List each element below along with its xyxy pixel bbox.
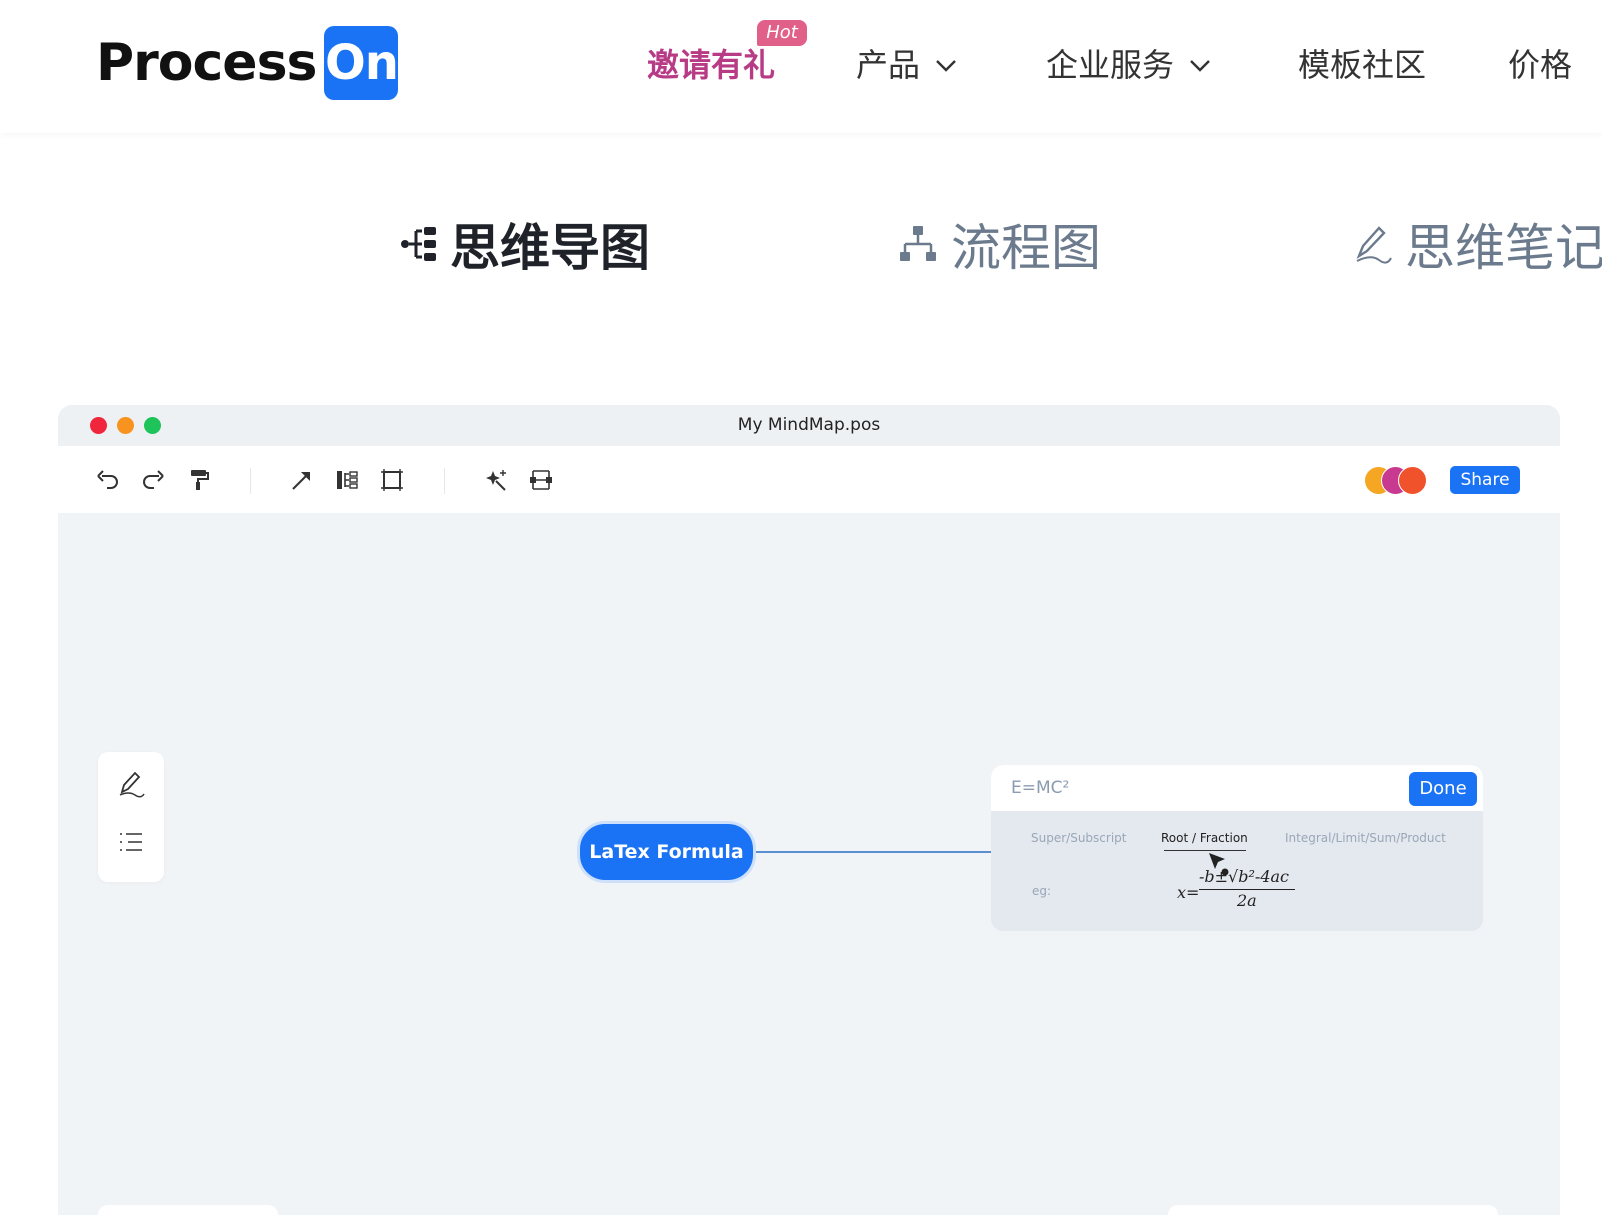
pencil-icon (1356, 226, 1392, 264)
redo-button[interactable] (137, 464, 169, 496)
flowchart-icon (900, 226, 936, 261)
arrow-icon (292, 472, 310, 490)
nav-enterprise-label: 企业服务 (1046, 46, 1175, 84)
bottom-panel (1168, 1205, 1498, 1215)
undo-button[interactable] (92, 464, 124, 496)
tab-mindmap[interactable]: 思维导图 (400, 213, 650, 277)
logo-badge: On (324, 26, 399, 100)
tab-notes-label: 思维笔记 (1405, 219, 1602, 277)
share-button[interactable]: Share (1450, 466, 1520, 494)
tab-integral-limit[interactable]: Integral/Limit/Sum/Product (1285, 831, 1446, 845)
nav-enterprise[interactable]: 企业服务 (1046, 44, 1212, 86)
title-bar: My MindMap.pos (58, 405, 1560, 446)
latex-input-value: E=MC² (1011, 778, 1070, 798)
tab-root-fraction[interactable]: Root / Fraction (1161, 831, 1248, 845)
nav-product[interactable]: 产品 (856, 44, 958, 86)
example-formula: x= -b±√b²-4ac 2a (1177, 867, 1317, 917)
formula-numerator: -b±√b²-4ac (1199, 867, 1289, 886)
example-label: eg: (1032, 884, 1052, 898)
undo-icon (97, 470, 118, 489)
structure-icon (530, 470, 552, 490)
outline-icon (120, 833, 142, 851)
nav-pricing[interactable]: 价格 (1508, 44, 1572, 86)
bottom-panel (98, 1205, 278, 1215)
chevron-down-icon (1190, 60, 1210, 72)
redo-icon (143, 470, 164, 489)
mindmap-app-window: My MindMap.pos Share LaTex Formula E=MC²… (58, 405, 1560, 1215)
side-toolbar (98, 752, 164, 882)
top-nav: Process On 邀请有礼 Hot 产品 企业服务 模板社区 价格 (0, 0, 1602, 133)
toolbar-separator (250, 468, 251, 494)
tab-mindmap-label: 思维导图 (450, 219, 650, 277)
frame-icon (381, 469, 403, 491)
window-title: My MindMap.pos (737, 415, 881, 435)
done-button[interactable]: Done (1409, 772, 1477, 806)
formula-lhs: x= (1177, 883, 1200, 902)
logo[interactable]: Process On (96, 26, 399, 100)
outline-button[interactable] (115, 826, 147, 858)
toolbar: Share (58, 446, 1560, 513)
tab-super-subscript[interactable]: Super/Subscript (1031, 831, 1126, 845)
latex-editor-panel: E=MC² Done Super/Subscript Root / Fracti… (991, 765, 1483, 931)
chevron-down-icon (936, 60, 956, 72)
nav-product-label: 产品 (856, 46, 921, 84)
active-tab-underline (1164, 850, 1246, 851)
nav-invite[interactable]: 邀请有礼 (647, 44, 775, 86)
collaborator-avatars[interactable] (1364, 466, 1434, 495)
latex-input[interactable]: E=MC² Done (991, 765, 1483, 811)
nav-templates[interactable]: 模板社区 (1298, 44, 1426, 86)
magic-button[interactable] (480, 464, 512, 496)
toolbar-separator (444, 468, 445, 494)
format-painter-icon (191, 470, 209, 490)
tab-notes[interactable]: 思维笔记 (1353, 213, 1602, 277)
layout-icon (337, 471, 358, 489)
structure-button[interactable] (525, 464, 557, 496)
formula-denominator: 2a (1237, 891, 1257, 910)
fraction-bar (1199, 889, 1295, 890)
hot-badge: Hot (757, 20, 807, 46)
pen-icon (119, 771, 145, 798)
relation-arrow-button[interactable] (286, 464, 318, 496)
mindmap-node-central[interactable]: LaTex Formula (577, 821, 756, 883)
pen-button[interactable] (115, 768, 147, 800)
tab-flowchart-label: 流程图 (951, 219, 1101, 277)
layout-button[interactable] (331, 464, 363, 496)
mindmap-icon (401, 227, 436, 261)
format-painter-button[interactable] (182, 464, 214, 496)
frame-button[interactable] (376, 464, 408, 496)
magic-icon (486, 470, 506, 491)
tab-flowchart[interactable]: 流程图 (899, 213, 1101, 277)
logo-wordmark: Process (96, 33, 317, 93)
avatar (1398, 466, 1427, 495)
